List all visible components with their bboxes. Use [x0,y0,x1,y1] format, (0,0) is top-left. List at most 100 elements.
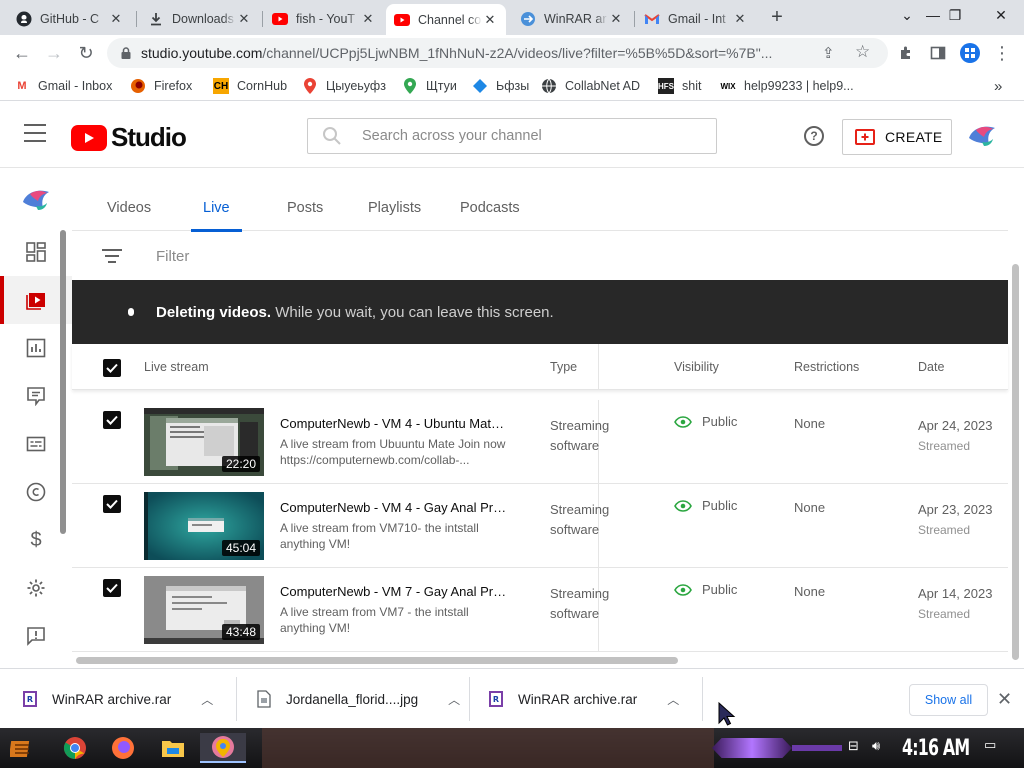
network-icon[interactable]: ⊟ [848,738,859,754]
side-panel-icon[interactable] [924,39,952,67]
reload-button[interactable]: ↻ [72,39,100,67]
banner-rest: While you wait, you can leave this scree… [271,303,554,321]
chrome-running-icon[interactable] [200,733,246,763]
help-icon[interactable]: ? [804,126,824,146]
visibility-cell[interactable]: Public [674,582,737,597]
visibility-label: Public [702,498,738,513]
download-item[interactable]: R WinRAR archive.rar ︿ [488,687,679,711]
col-visibility[interactable]: Visibility [674,360,719,374]
tab-posts[interactable]: Posts [287,185,323,231]
channel-search-input[interactable]: Search across your channel [307,118,717,154]
close-icon[interactable]: ✕ [732,11,748,27]
col-restrictions[interactable]: Restrictions [794,360,859,374]
video-thumbnail[interactable]: 43:48 [144,576,264,644]
close-downloads-icon[interactable]: ✕ [997,689,1012,710]
file-explorer-icon[interactable] [158,733,188,763]
visibility-cell[interactable]: Public [674,414,737,429]
feedback-icon[interactable] [0,612,72,660]
chevron-up-icon[interactable]: ︿ [667,691,679,708]
tab-live[interactable]: Live [191,185,242,232]
video-title[interactable]: ComputerNewb - VM 4 - Gay Anal Prol... [280,500,510,515]
browser-tab-gmail[interactable]: Gmail - Int ✕ [636,5,756,33]
show-all-downloads-button[interactable]: Show all [909,684,988,716]
bookmark-fdp[interactable]: Ьфзы [472,76,529,96]
select-all-checkbox[interactable] [103,359,121,377]
window-close-button[interactable]: ✕ [978,0,1024,30]
bookmark-star-icon[interactable]: ☆ [855,42,870,62]
col-live-stream[interactable]: Live stream [144,360,209,374]
download-icon [148,11,164,27]
video-thumbnail[interactable]: 45:04 [144,492,264,560]
bookmark-firefox[interactable]: Firefox [130,76,192,96]
tab-podcasts[interactable]: Podcasts [460,185,520,231]
table-row[interactable]: 43:48 ComputerNewb - VM 7 - Gay Anal Pro… [72,568,1008,652]
browser-tab-strip: GitHub - C ✕ Downloads ✕ fish - YouT ✕ C… [0,0,1024,35]
settings-gear-icon[interactable] [0,564,72,612]
row-checkbox[interactable] [103,411,121,429]
close-icon[interactable]: ✕ [608,11,624,27]
taskbar-clock[interactable]: 4:16 AM [902,736,970,761]
video-type: Streaming software [550,416,609,456]
col-type[interactable]: Type [550,360,577,374]
table-row[interactable]: 22:20 ComputerNewb - VM 4 - Ubuntu Mate … [72,400,1008,484]
browser-tab-downloads[interactable]: Downloads ✕ [140,5,260,33]
chrome-icon[interactable] [60,733,90,763]
bookmark-wix[interactable]: WIX help99233 | help9... [720,76,853,96]
bookmark-maps-2[interactable]: Щтуи [402,76,457,96]
close-icon[interactable]: ✕ [360,11,376,27]
tab-videos[interactable]: Videos [107,185,151,231]
restore-button[interactable]: ❐ [932,0,978,30]
bookmark-collabnet[interactable]: CollabNet AD [541,76,640,96]
row-checkbox[interactable] [103,495,121,513]
hamburger-menu-icon[interactable] [24,124,46,142]
nav-scrollbar[interactable] [60,230,66,534]
video-title[interactable]: ComputerNewb - VM 7 - Gay Anal Prol... [280,584,510,599]
download-item[interactable]: Jordanella_florid....jpg ︿ [256,687,460,711]
filter-icon[interactable] [102,249,122,263]
extensions-icon[interactable] [892,39,920,67]
close-icon[interactable]: ✕ [236,11,252,27]
filter-input[interactable]: Filter [156,248,189,265]
profile-icon[interactable] [956,39,984,67]
type-line: software [550,606,600,621]
content-tabs: Videos Live Posts Playlists Podcasts [72,185,1008,232]
bookmark-hfs[interactable]: HFS shit [658,76,701,96]
bookmark-gmail[interactable]: M Gmail - Inbox [14,76,112,96]
menu-kebab-icon[interactable]: ⋮ [988,39,1016,67]
back-button[interactable]: ← [8,39,36,67]
chevron-up-icon[interactable]: ︿ [448,691,460,708]
close-icon[interactable]: ✕ [482,12,498,28]
volume-icon[interactable]: 🔊︎ [872,738,880,754]
browser-tab-github[interactable]: GitHub - C ✕ [8,5,132,33]
create-button[interactable]: CREATE [842,119,952,155]
col-date[interactable]: Date [918,360,944,374]
account-avatar[interactable] [966,120,998,152]
firefox-taskbar-icon[interactable] [108,733,138,763]
start-menu-icon[interactable] [8,733,38,763]
visibility-cell[interactable]: Public [674,498,737,513]
address-bar[interactable]: studio.youtube.com/channel/UCPpj5LjwNBM_… [107,38,888,68]
bookmark-maps-1[interactable]: Цыуеьуфз [302,76,386,96]
download-item[interactable]: R WinRAR archive.rar ︿ [22,687,213,711]
browser-tab-winrar[interactable]: WinRAR ar ✕ [512,5,632,33]
share-icon[interactable]: ⇪ [822,44,835,62]
studio-logo[interactable]: Studio [71,122,187,153]
browser-tab-channel-content[interactable]: Channel co ✕ [386,4,506,35]
channel-avatar[interactable] [0,176,72,224]
table-row[interactable]: 45:04 ComputerNewb - VM 4 - Gay Anal Pro… [72,484,1008,568]
rar-file-icon: R [23,691,37,707]
video-thumbnail[interactable]: 22:20 [144,408,264,476]
close-icon[interactable]: ✕ [108,11,124,27]
row-checkbox[interactable] [103,579,121,597]
video-title[interactable]: ComputerNewb - VM 4 - Ubuntu Mate ... [280,416,510,431]
bookmark-cornhub[interactable]: CH CornHub [213,76,287,96]
vertical-scrollbar[interactable] [1012,264,1019,660]
new-tab-button[interactable]: + [763,5,791,29]
browser-tab-fish-youtube[interactable]: fish - YouT ✕ [264,5,384,33]
chevron-up-icon[interactable]: ︿ [201,691,213,708]
tab-playlists[interactable]: Playlists [368,185,421,231]
horizontal-scrollbar[interactable] [76,657,678,664]
more-bookmarks-button[interactable]: » [994,76,1002,96]
notification-icon[interactable]: ▭ [984,737,996,753]
forward-button[interactable]: → [40,39,68,67]
